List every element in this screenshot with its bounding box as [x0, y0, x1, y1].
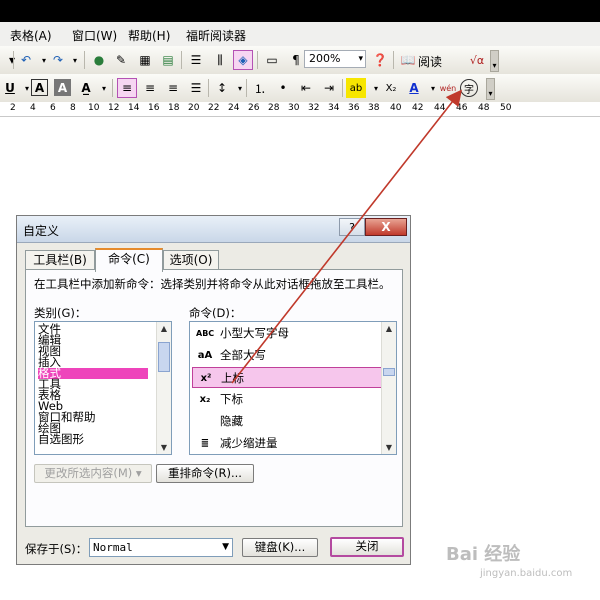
annotation-arrow: [231, 89, 462, 384]
arrow-line: [231, 89, 462, 384]
watermark-brand: Bai 经验: [446, 544, 521, 565]
watermark-url: jingyan.baidu.com: [480, 568, 573, 579]
tab-commands[interactable]: 命令(C): [95, 248, 163, 272]
